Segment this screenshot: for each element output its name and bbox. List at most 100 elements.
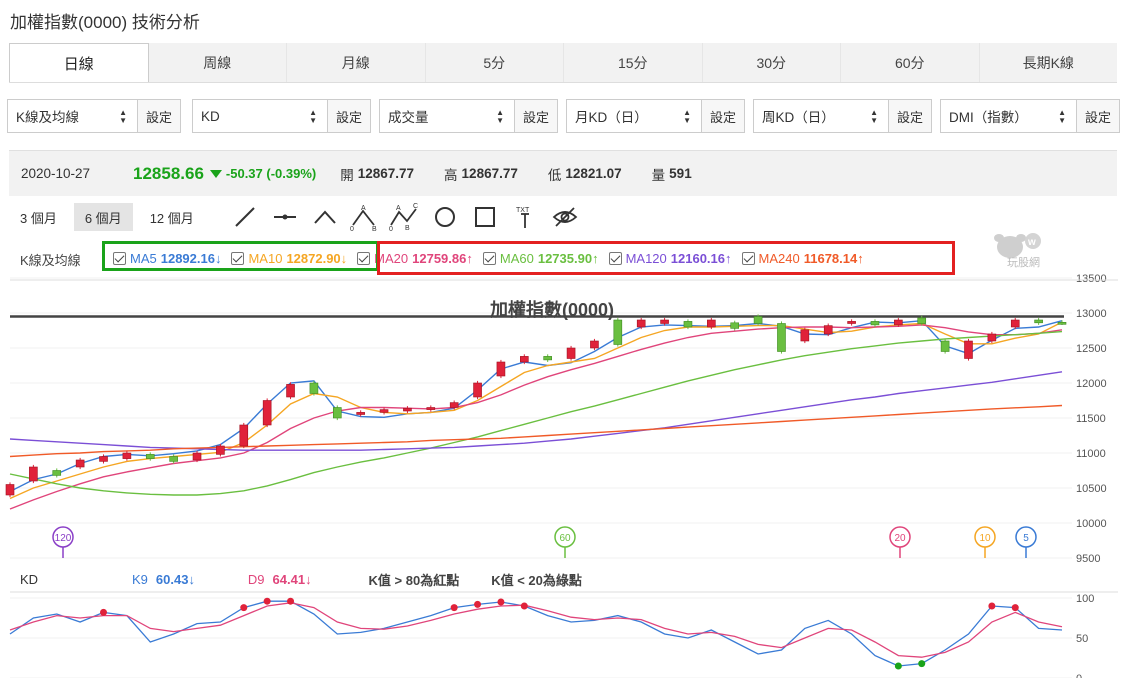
kd-red-dot xyxy=(240,604,248,612)
svg-text:A: A xyxy=(396,205,401,212)
range-6-months[interactable]: 6 個月 xyxy=(73,203,133,231)
monthly-kd-select[interactable]: 月KD（日） ▲ ▼ xyxy=(566,99,701,133)
y-tick-label: 10500 xyxy=(1076,483,1107,495)
tab-daily[interactable]: 日線 xyxy=(9,43,149,82)
select-value: 月KD（日） xyxy=(575,110,648,125)
y-tick-label: 13500 xyxy=(1076,273,1107,285)
select-value: DMI（指數） xyxy=(949,110,1028,125)
candle-body xyxy=(169,456,178,462)
candle-body xyxy=(847,321,856,324)
d-label: D9 xyxy=(247,571,265,587)
candle-body xyxy=(590,340,599,349)
settings-button[interactable]: 設定 xyxy=(888,99,932,133)
candle-body xyxy=(707,319,716,328)
quote-price: 12858.66 xyxy=(133,163,204,183)
quote-bar: 2020-10-27 12858.66 -50.37 (-0.39%) 開 128… xyxy=(9,150,1117,196)
range-12-months[interactable]: 12 個月 xyxy=(139,203,205,231)
settings-button[interactable]: 設定 xyxy=(327,99,371,133)
quote-change: -50.37 (-0.39%) xyxy=(225,166,317,181)
volume-value: 591 xyxy=(669,166,692,181)
y-tick-label: 11500 xyxy=(1076,413,1106,425)
kd-rule-green: K值 < 20為綠點 xyxy=(491,572,582,588)
tab-long-term[interactable]: 長期K線 xyxy=(980,43,1118,82)
kd-label: KD xyxy=(20,571,39,587)
tab-60min[interactable]: 60分 xyxy=(841,43,980,82)
abc-pattern-tool-icon[interactable]: A 0 B xyxy=(345,203,385,231)
candle-body xyxy=(777,323,786,352)
select-value: 周KD（日） xyxy=(762,110,835,125)
hide-drawings-icon[interactable] xyxy=(545,203,585,231)
high-value: 12867.77 xyxy=(461,166,518,181)
page-title: 加權指數(0000) 技術分析 xyxy=(10,13,200,32)
low-value: 12821.07 xyxy=(565,166,622,181)
text-tool-icon[interactable]: TXT xyxy=(505,203,545,231)
brand-logo: w 玩股網 xyxy=(990,230,1056,270)
volume-select[interactable]: 成交量 ▲ ▼ xyxy=(379,99,514,133)
tab-15min[interactable]: 15分 xyxy=(564,43,703,82)
settings-button[interactable]: 設定 xyxy=(1076,99,1120,133)
candle-body xyxy=(286,384,295,398)
high-label: 高 xyxy=(444,167,458,183)
drawing-toolbar: A 0 B A C 0 B TXT xyxy=(225,203,585,231)
candle-body xyxy=(800,329,810,342)
candle-body xyxy=(122,452,132,459)
dmi-select[interactable]: DMI（指數） ▲ ▼ xyxy=(940,99,1076,133)
kd-red-dot xyxy=(263,597,271,605)
kd-chart[interactable]: 100 50 0 xyxy=(0,588,1127,678)
tab-monthly[interactable]: 月線 xyxy=(287,43,426,82)
kd-green-dot xyxy=(894,662,902,670)
candle-body xyxy=(520,356,529,363)
price-chart[interactable]: 13500 13000 12500 12000 11500 11000 10500 10000… xyxy=(0,270,1127,562)
select-value: K線及均線 xyxy=(16,110,80,125)
kd-y-tick-label: 50 xyxy=(1076,633,1088,645)
kd-red-dot xyxy=(520,602,528,610)
range-3-months[interactable]: 3 個月 xyxy=(9,203,68,231)
candle-body xyxy=(145,454,155,459)
settings-button[interactable]: 設定 xyxy=(137,99,181,133)
settings-button[interactable]: 設定 xyxy=(514,99,558,133)
candle-body xyxy=(730,322,740,329)
tab-30min[interactable]: 30分 xyxy=(703,43,841,82)
candle-body xyxy=(683,321,693,328)
select-arrows-icon: ▲ ▼ xyxy=(496,108,504,125)
indicator-select-5: 周KD（日） ▲ ▼ 設定 xyxy=(753,99,932,133)
svg-text:w: w xyxy=(1027,237,1036,248)
candle-body xyxy=(29,466,38,482)
candle-body xyxy=(449,402,459,408)
kd-select[interactable]: KD ▲ ▼ xyxy=(192,99,327,133)
candle-body xyxy=(870,321,880,326)
candle-body xyxy=(660,319,669,324)
svg-text:B: B xyxy=(405,225,410,231)
tab-5min[interactable]: 5分 xyxy=(426,43,564,82)
quote-date: 2020-10-27 xyxy=(21,166,91,181)
select-arrows-icon: ▲ ▼ xyxy=(683,108,691,125)
open-value: 12867.77 xyxy=(357,166,415,181)
kd-red-dot xyxy=(100,608,108,616)
candle-body xyxy=(917,317,927,324)
kd-green-dot xyxy=(918,660,926,668)
open-label: 開 xyxy=(340,167,354,183)
rectangle-tool-icon[interactable] xyxy=(465,203,505,231)
angle-tool-icon[interactable] xyxy=(305,203,345,231)
candle-body xyxy=(894,319,903,326)
candle-body xyxy=(239,424,249,447)
ma-line-ma240 xyxy=(9,404,1063,458)
ma-section-label: K線及均線 xyxy=(20,253,81,268)
text-tool-label: TXT xyxy=(516,207,530,214)
settings-button[interactable]: 設定 xyxy=(701,99,745,133)
kd-red-dot xyxy=(497,598,505,606)
ma-marker-label: 5 xyxy=(1023,533,1029,544)
ma-marker-label: 10 xyxy=(979,533,991,544)
line-tool-icon[interactable] xyxy=(225,203,265,231)
weekly-kd-select[interactable]: 周KD（日） ▲ ▼ xyxy=(753,99,888,133)
kd-red-dot xyxy=(450,604,458,612)
circle-tool-icon[interactable] xyxy=(425,203,465,231)
tab-weekly[interactable]: 周線 xyxy=(149,43,287,82)
kline-ma-select[interactable]: K線及均線 ▲ ▼ xyxy=(7,99,137,133)
horizontal-line-tool-icon[interactable] xyxy=(265,203,305,231)
y-tick-label: 12000 xyxy=(1076,378,1107,390)
candle-body xyxy=(262,400,272,426)
y-tick-label: 10000 xyxy=(1076,518,1107,530)
abcd-pattern-tool-icon[interactable]: A C 0 B xyxy=(385,203,425,231)
candle-body xyxy=(543,356,552,361)
